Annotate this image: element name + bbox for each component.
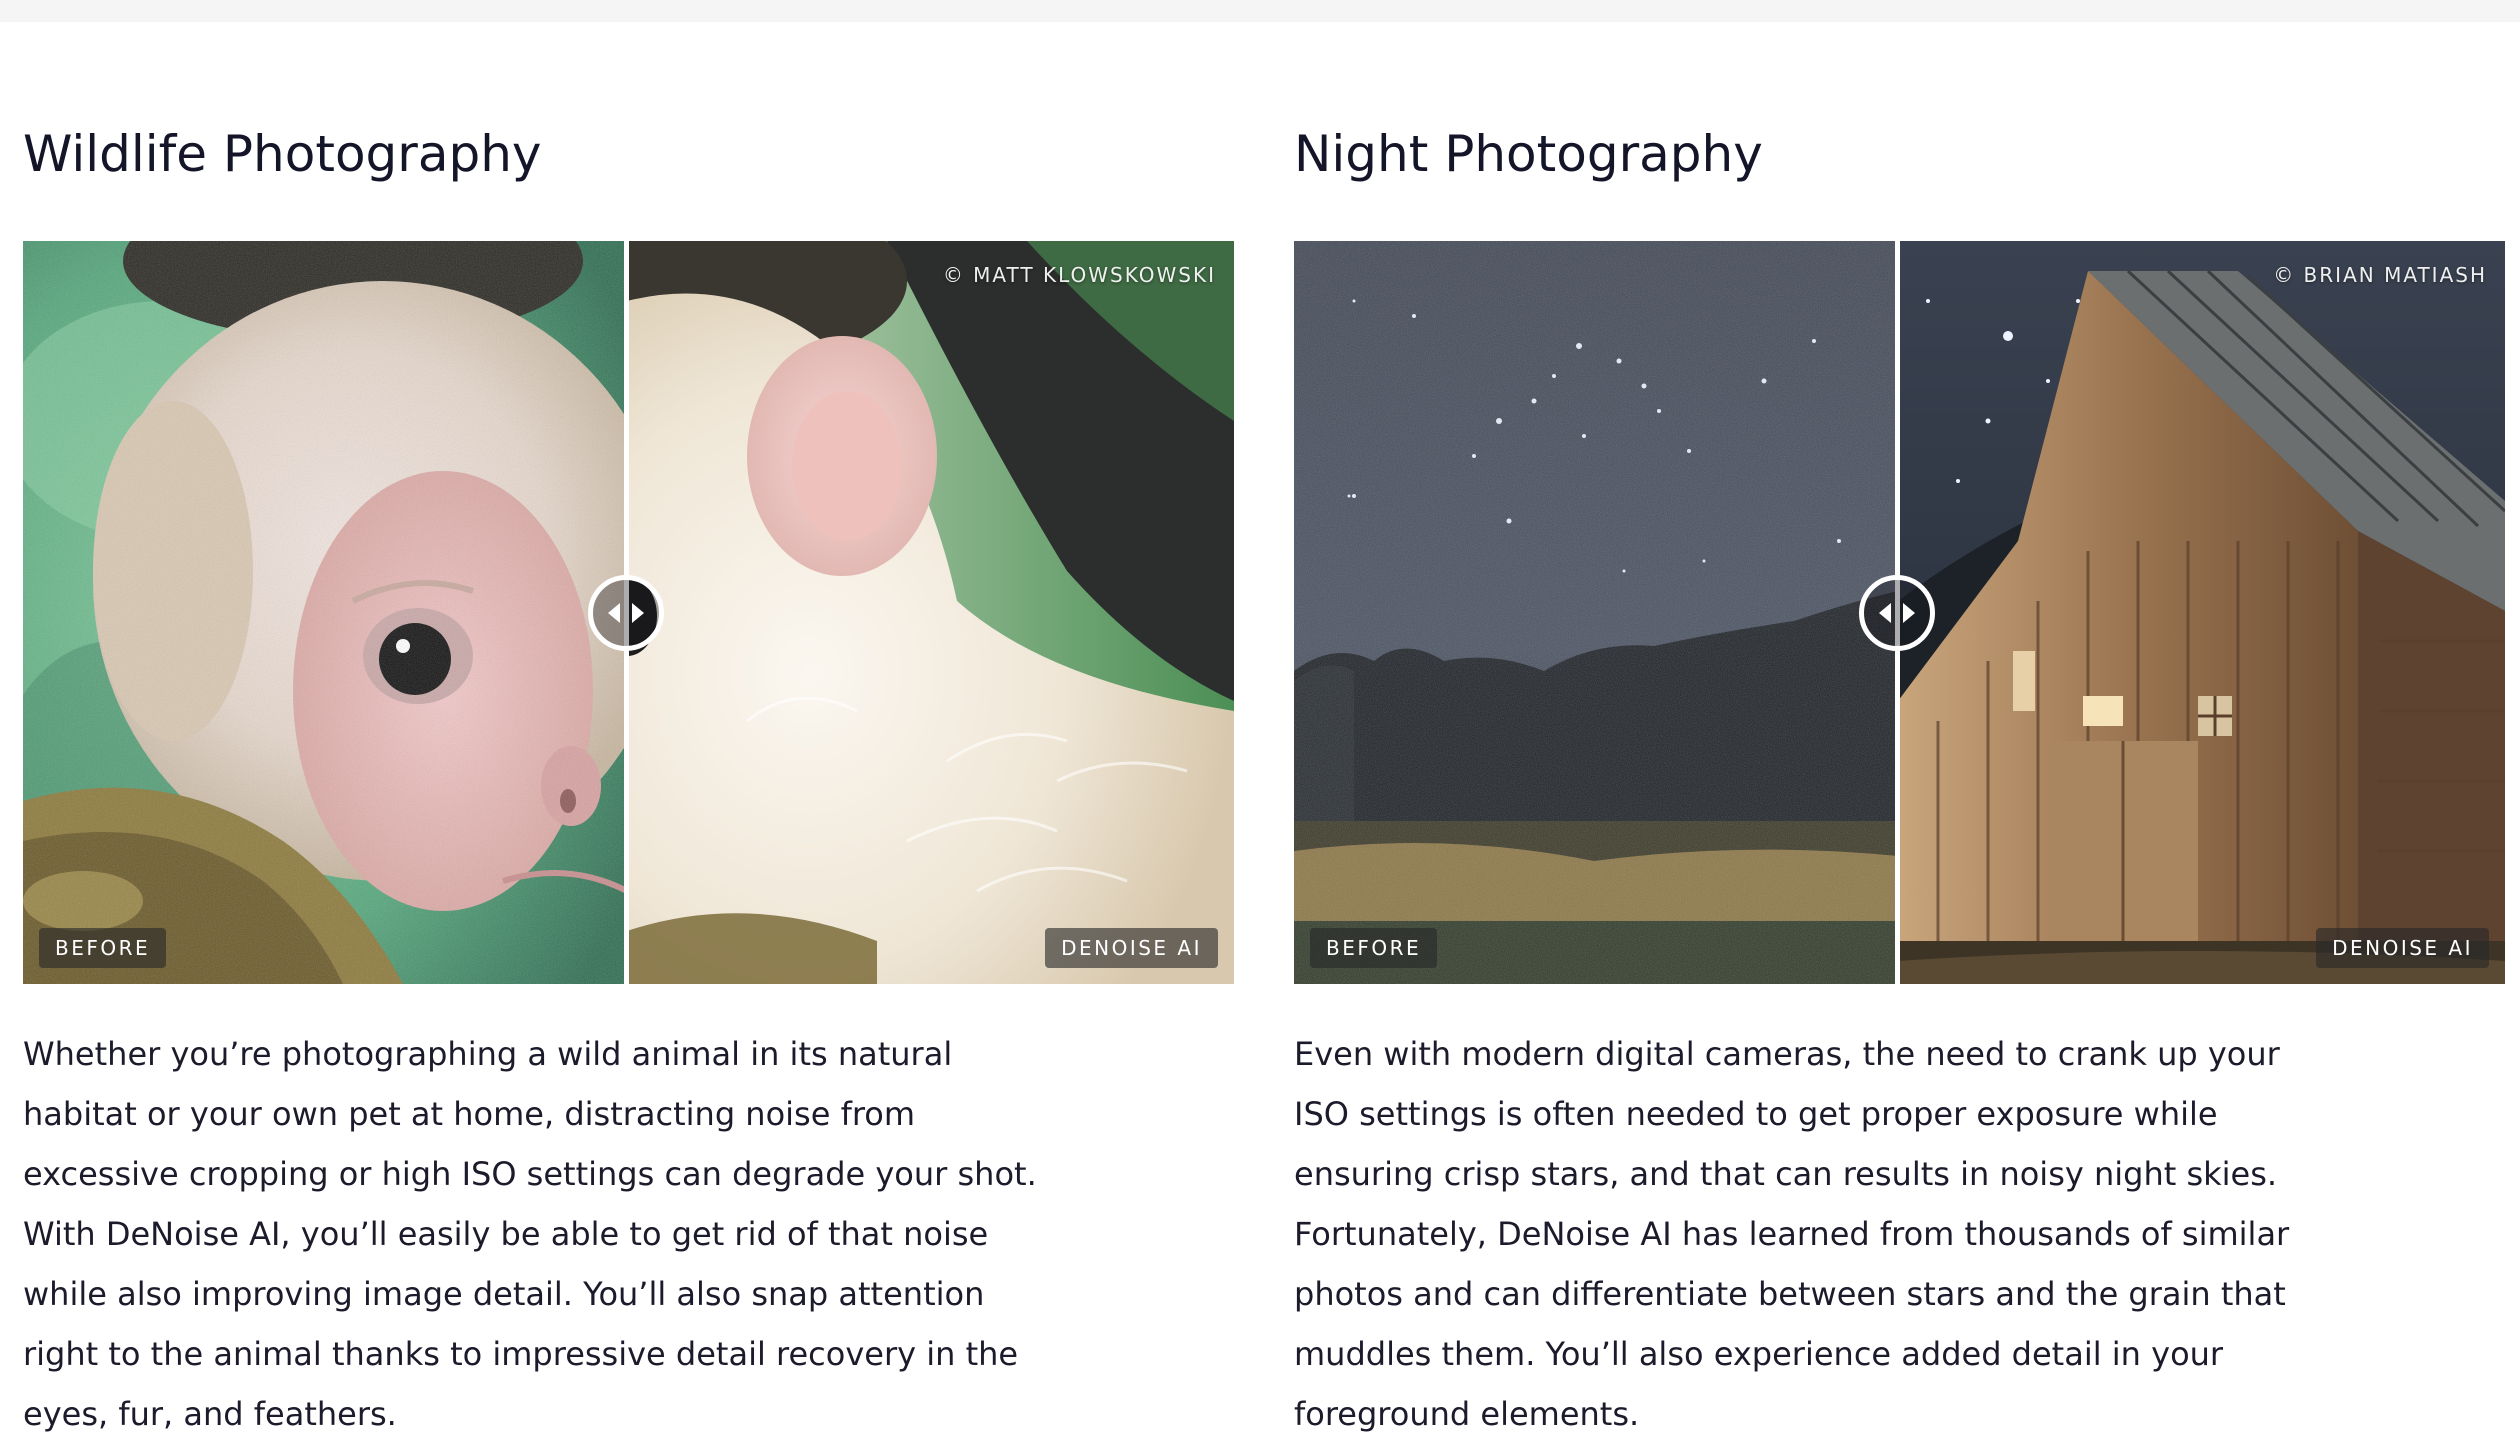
comparison-slider-handle[interactable] — [1859, 575, 1935, 651]
section-title: Wildlife Photography — [23, 125, 542, 183]
before-label: BEFORE — [39, 928, 167, 968]
after-image: © BRIAN MATIASH — [1898, 241, 2505, 984]
left-right-arrows-icon — [1879, 603, 1915, 623]
after-label: DENOISE AI — [1045, 928, 1218, 968]
night-section: Night Photography © BRIAN MATIASH BEFORE… — [1294, 0, 2506, 1433]
wildlife-section: Wildlife Photography © MATT KLOWSKOWSKI … — [23, 0, 1235, 1433]
left-right-arrows-icon — [608, 603, 644, 623]
before-image — [23, 241, 627, 984]
section-description: Even with modern digital cameras, the ne… — [1294, 1035, 2290, 1433]
photo-credit: © BRIAN MATIASH — [2273, 263, 2487, 287]
photo-credit: © MATT KLOWSKOWSKI — [942, 263, 1216, 287]
before-after-comparison[interactable]: © BRIAN MATIASH BEFORE DENOISE AI — [1294, 241, 2505, 984]
comparison-slider-handle[interactable] — [588, 575, 664, 651]
section-title: Night Photography — [1294, 125, 1763, 183]
before-image — [1294, 241, 1898, 984]
section-description: Whether you’re photographing a wild anim… — [23, 1035, 1037, 1433]
after-image: © MATT KLOWSKOWSKI — [627, 241, 1234, 984]
before-label: BEFORE — [1310, 928, 1438, 968]
after-label: DENOISE AI — [2316, 928, 2489, 968]
before-after-comparison[interactable]: © MATT KLOWSKOWSKI BEFORE DENOISE AI — [23, 241, 1234, 984]
